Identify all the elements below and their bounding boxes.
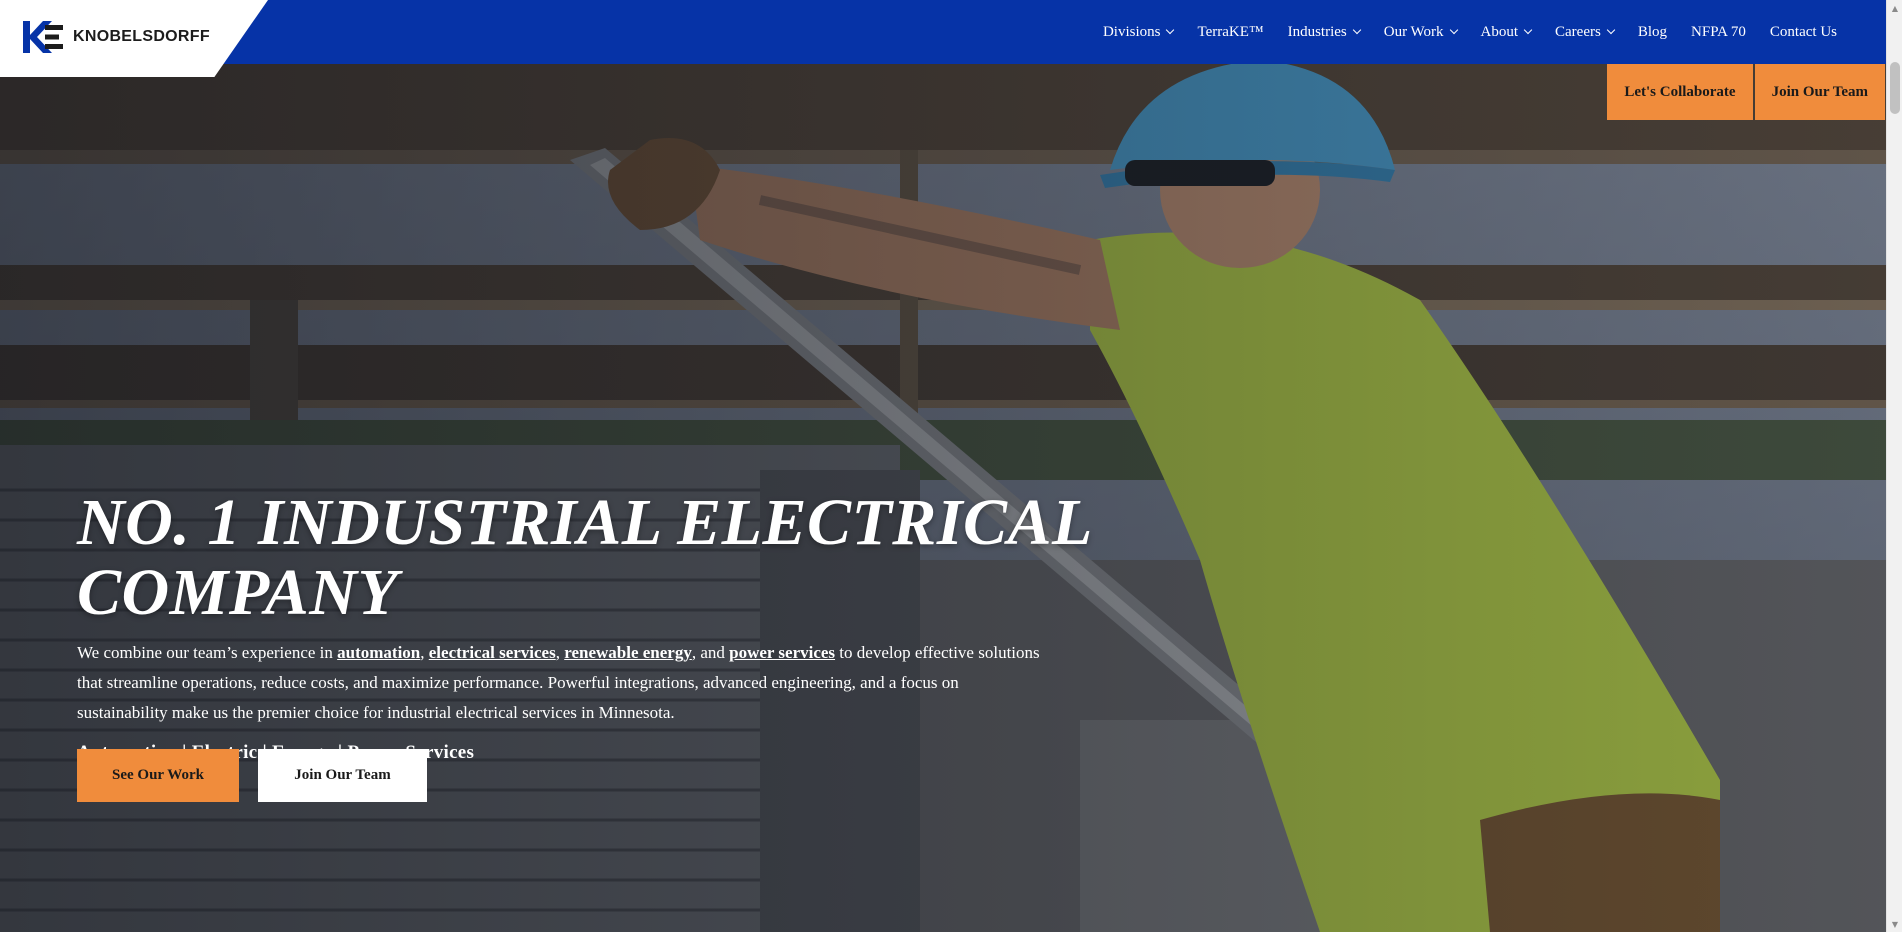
nav-item-our-work[interactable]: Our Work xyxy=(1372,24,1469,41)
nav-label: Divisions xyxy=(1102,23,1161,40)
nav-item-industries[interactable]: Industries xyxy=(1276,24,1372,41)
chevron-down-icon xyxy=(1523,25,1533,35)
hero-content: NO. 1 INDUSTRIAL ELECTRICAL COMPANY We c… xyxy=(77,488,1397,764)
site-logo[interactable]: KNOBELSDORFF xyxy=(23,21,210,53)
header-join-our-team-button[interactable]: Join Our Team xyxy=(1754,64,1885,120)
nav-label: NFPA 70 xyxy=(1691,23,1746,40)
nav-item-careers[interactable]: Careers xyxy=(1543,24,1626,41)
lead-separator: , and xyxy=(691,643,730,662)
brand-name: KNOBELSDORFF xyxy=(73,28,210,45)
nav-item-contact-us[interactable]: Contact Us xyxy=(1758,24,1849,41)
main-nav: Divisions TerraKE™ Industries Our Work A… xyxy=(1091,0,1849,64)
see-our-work-button[interactable]: See Our Work xyxy=(77,749,239,802)
hero-lead: We combine our team’s experience in auto… xyxy=(77,638,1047,728)
lead-text: We combine our team’s experience in xyxy=(77,643,338,662)
join-our-team-button[interactable]: Join Our Team xyxy=(258,749,427,802)
automation-link[interactable]: automation xyxy=(337,643,420,662)
ke-monogram-icon xyxy=(23,21,63,53)
scroll-thumb[interactable] xyxy=(1890,62,1900,114)
chevron-down-icon xyxy=(1606,25,1616,35)
header-cta-group: Let's Collaborate Join Our Team xyxy=(1607,64,1885,120)
chevron-down-icon xyxy=(1166,25,1175,35)
nav-label: Blog xyxy=(1637,23,1668,40)
power-services-link[interactable]: power services xyxy=(729,643,835,662)
hero-buttons: See Our Work Join Our Team xyxy=(77,749,427,802)
nav-item-divisions[interactable]: Divisions xyxy=(1091,24,1186,41)
lead-separator: , xyxy=(555,643,565,662)
nav-label: Careers xyxy=(1555,23,1601,40)
nav-item-blog[interactable]: Blog xyxy=(1626,24,1679,41)
page-scrollbar[interactable]: ▲ ▼ xyxy=(1886,0,1902,932)
scroll-down-arrow-icon[interactable]: ▼ xyxy=(1887,916,1902,932)
nav-item-about[interactable]: About xyxy=(1469,24,1544,41)
lead-separator: , xyxy=(420,643,429,662)
nav-label: Contact Us xyxy=(1769,23,1837,40)
lets-collaborate-button[interactable]: Let's Collaborate xyxy=(1607,64,1753,120)
site-header: Divisions TerraKE™ Industries Our Work A… xyxy=(0,0,1886,64)
scroll-up-arrow-icon[interactable]: ▲ xyxy=(1887,0,1902,16)
nav-label: Our Work xyxy=(1383,23,1444,40)
chevron-down-icon xyxy=(1352,25,1361,35)
nav-item-nfpa-70[interactable]: NFPA 70 xyxy=(1679,24,1758,41)
renewable-energy-link[interactable]: renewable energy xyxy=(564,643,692,662)
electrical-services-link[interactable]: electrical services xyxy=(429,643,556,662)
nav-item-terrake[interactable]: TerraKE™ xyxy=(1185,24,1275,41)
chevron-down-icon xyxy=(1449,25,1458,35)
hero-headline: NO. 1 INDUSTRIAL ELECTRICAL COMPANY xyxy=(77,486,1091,629)
nav-label: About xyxy=(1480,23,1519,40)
nav-label: Industries xyxy=(1287,23,1347,40)
nav-label: TerraKE™ xyxy=(1197,23,1264,40)
